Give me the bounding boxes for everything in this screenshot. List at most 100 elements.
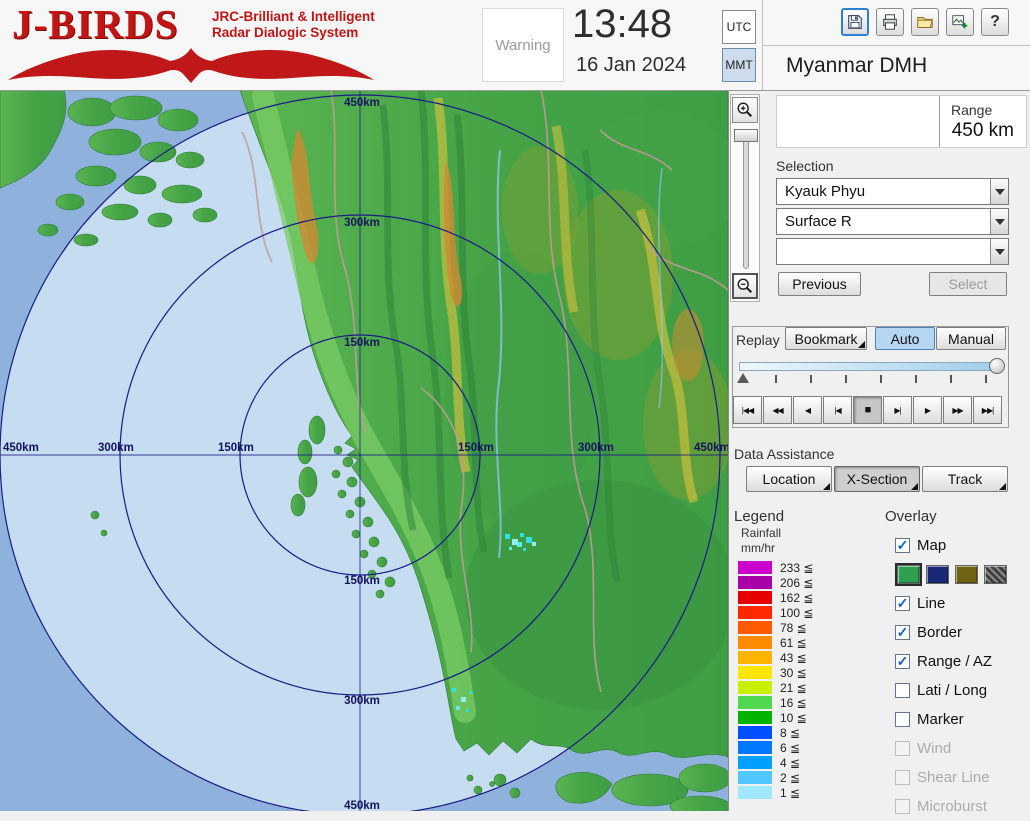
checkbox-marker[interactable] [895,712,910,727]
legend-threshold-value: 2 ≦ [780,771,824,785]
svg-text:450km: 450km [344,97,380,109]
legend-color-swatch [738,681,772,694]
overlay-item-label: Map [917,537,946,554]
bookmark-button[interactable]: Bookmark [785,327,867,350]
legend-threshold-value: 61 ≦ [780,636,824,650]
timeline-tick [950,375,952,383]
manual-mode-button[interactable]: Manual [936,327,1006,350]
legend-color-swatch [738,771,772,784]
svg-text:150km: 150km [344,575,380,587]
help-button[interactable]: ? [981,8,1009,36]
eagle-logo-icon [6,46,386,84]
range-value: 450 km [952,120,1014,142]
save-button[interactable] [841,8,869,36]
svg-text:150km: 150km [218,442,254,454]
option-select-arrow-button[interactable] [990,239,1008,264]
data-assistance-label: Data Assistance [734,446,834,462]
overlay-items: ✓Map✓Line✓Border✓Range / AZLati / LongMa… [895,531,1029,821]
zoom-in-button[interactable] [732,97,758,123]
checkbox-range-az[interactable]: ✓ [895,654,910,669]
x-section-button[interactable]: X-Section [834,466,920,492]
svg-text:450km: 450km [3,442,39,454]
zoom-slider-handle[interactable] [734,129,758,142]
overlay-label: Overlay [885,508,937,525]
site-select-arrow-button[interactable] [990,179,1008,204]
corner-arrow-icon [858,341,865,348]
overlay-item-lati-long: Lati / Long [895,676,1029,705]
checkbox-line[interactable]: ✓ [895,596,910,611]
replay-timeline-track[interactable] [739,362,1001,371]
playback-forward-button[interactable]: ▶ [913,396,942,424]
legend-threshold-value: 10 ≦ [780,711,824,725]
checkbox-lati-long[interactable] [895,683,910,698]
product-select-value: Surface R [785,213,852,230]
playback-back-button[interactable]: ◀ [793,396,822,424]
map-color-swatch-3[interactable] [984,565,1007,584]
playback-controls: |◀◀◀◀◀|◀■▶|▶▶▶▶▶| [733,396,1002,424]
chevron-down-icon [995,219,1005,225]
map-color-swatch-2[interactable] [955,565,978,584]
checkbox-border[interactable]: ✓ [895,625,910,640]
button-label: X-Section [847,471,908,487]
legend-row: 10 ≦ [738,710,824,725]
option-select-dropdown[interactable] [776,238,1009,265]
legend-entries: 233 ≦206 ≦162 ≦100 ≦78 ≦61 ≦43 ≦30 ≦21 ≦… [738,560,824,800]
product-select-dropdown[interactable]: Surface R [776,208,1009,235]
warning-indicator[interactable]: Warning [482,8,564,82]
header-divider [763,45,1030,46]
legend-color-swatch [738,756,772,769]
track-button[interactable]: Track [922,466,1008,492]
svg-text:300km: 300km [344,217,380,229]
checkbox-map[interactable]: ✓ [895,538,910,553]
zoom-control-column [730,94,760,302]
select-button[interactable]: Select [929,272,1007,296]
overlay-item-shear-line: Shear Line [895,763,1029,792]
zoom-out-button[interactable] [732,273,758,299]
legend-row: 4 ≦ [738,755,824,770]
utc-toggle-button[interactable]: UTC [722,10,756,44]
map-color-swatch-1[interactable] [926,565,949,584]
timeline-tick [880,375,882,383]
legend-threshold-value: 16 ≦ [780,696,824,710]
legend-units: Rainfall mm/hr [741,526,781,556]
previous-button[interactable]: Previous [778,272,861,296]
map-color-swatch-0[interactable] [897,565,920,584]
playback-first-button[interactable]: |◀◀ [733,396,762,424]
playback-last-button[interactable]: ▶▶| [973,396,1002,424]
app-logo-title: J-BIRDS [12,0,178,48]
site-select-dropdown[interactable]: Kyauk Phyu [776,178,1009,205]
corner-arrow-icon [999,483,1006,490]
svg-text:150km: 150km [344,337,380,349]
print-button[interactable] [876,8,904,36]
zoom-slider-track[interactable] [743,129,749,269]
station-title: Myanmar DMH [786,54,927,78]
playback-step-back-button[interactable]: |◀ [823,396,852,424]
corner-arrow-icon [911,483,918,490]
legend-threshold-value: 8 ≦ [780,726,824,740]
timeline-start-marker-icon [737,373,749,383]
export-image-button[interactable] [946,8,974,36]
legend-color-swatch [738,621,772,634]
mmt-toggle-button[interactable]: MMT [722,48,756,82]
legend-color-swatch [738,666,772,679]
product-select-arrow-button[interactable] [990,209,1008,234]
playback-stop-button[interactable]: ■ [853,396,882,424]
chevron-down-icon [995,249,1005,255]
playback-rewind-button[interactable]: ◀◀ [763,396,792,424]
data-assistance-buttons: Location X-Section Track [746,466,1008,492]
svg-text:300km: 300km [578,442,614,454]
radar-map-canvas[interactable]: 450km300km150km150km300km450km450km300km… [0,90,728,811]
timeline-tick [845,375,847,383]
legend-row: 21 ≦ [738,680,824,695]
legend-threshold-value: 206 ≦ [780,576,824,590]
open-folder-button[interactable] [911,8,939,36]
range-label: Range [951,102,992,118]
playback-fast-forward-button[interactable]: ▶▶ [943,396,972,424]
location-button[interactable]: Location [746,466,832,492]
auto-mode-button[interactable]: Auto [875,327,935,350]
replay-timeline-knob[interactable] [989,358,1005,374]
legend-row: 162 ≦ [738,590,824,605]
svg-text:450km: 450km [694,442,728,454]
site-select-value: Kyauk Phyu [785,183,865,200]
playback-step-forward-button[interactable]: ▶| [883,396,912,424]
